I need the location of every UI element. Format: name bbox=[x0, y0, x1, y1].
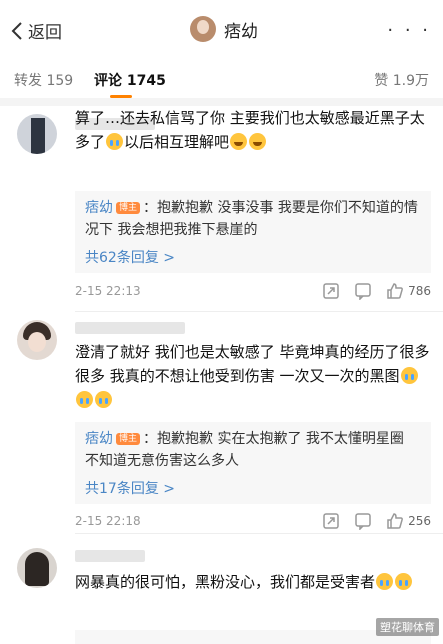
page-title[interactable]: 痞幼 bbox=[190, 16, 258, 42]
action-icons: 786 bbox=[308, 282, 431, 300]
watermark: 塑花聊体育 bbox=[376, 618, 439, 636]
action-icons: 256 bbox=[308, 512, 431, 530]
comment-text-part: 澄清了就好 我们也是太敏感了 毕竟坤真的经历了很多很多 我真的不想让他受到伤害 … bbox=[75, 343, 430, 385]
crying-emoji-icon bbox=[395, 573, 413, 590]
username-blurred[interactable] bbox=[75, 550, 145, 562]
tab-comments[interactable]: 评论 1745 bbox=[94, 70, 166, 90]
comment-icon[interactable] bbox=[354, 282, 372, 300]
back-button[interactable]: 返回 bbox=[10, 18, 62, 43]
reply-author[interactable]: 痞幼 bbox=[85, 200, 113, 216]
avatar[interactable] bbox=[17, 320, 57, 360]
share-icon[interactable] bbox=[322, 282, 340, 300]
username-blurred[interactable] bbox=[75, 322, 185, 334]
more-options-icon[interactable]: · · · bbox=[387, 20, 431, 41]
comment-text-part: 以后相互理解吧 bbox=[124, 133, 230, 151]
laughing-emoji-icon bbox=[230, 133, 248, 150]
crying-emoji-icon bbox=[106, 133, 124, 150]
comment-item: 澄清了就好 我们也是太敏感了 毕竟坤真的经历了很多很多 我真的不想让他受到伤害 … bbox=[0, 312, 443, 534]
laughing-emoji-icon bbox=[249, 133, 267, 150]
avatar bbox=[190, 16, 216, 42]
avatar[interactable] bbox=[17, 548, 57, 588]
comment-text: 算了…还去私信骂了你 主要我们也太敏感最近黑子太多了 以后相互理解吧 bbox=[75, 106, 431, 154]
reply-author[interactable]: 痞幼 bbox=[85, 431, 113, 447]
like-count: 256 bbox=[408, 514, 431, 528]
more-replies-link[interactable]: 共17条回复 > bbox=[85, 478, 421, 498]
reply-box[interactable]: 痞幼 博主 ：抱歉抱歉 实在太抱歉了 我不太懂明星圈 不知道无意伤害这么多人 共17… bbox=[75, 422, 431, 504]
chevron-left-icon bbox=[11, 21, 22, 40]
thumbs-up-icon[interactable] bbox=[386, 512, 404, 530]
crying-emoji-icon bbox=[76, 391, 93, 408]
crying-emoji-icon bbox=[400, 367, 418, 384]
thumbs-up-icon[interactable] bbox=[386, 282, 404, 300]
reply-text: 痞幼 博主 ：抱歉抱歉 没事没事 我要是你们不知道的情况下 我会想把我推下悬崖的 bbox=[85, 200, 418, 238]
like-count: 786 bbox=[408, 284, 431, 298]
timestamp: 2-15 22:13 bbox=[75, 284, 141, 298]
comment-text: 网暴真的很可怕，黑粉没心，我们都是受害者 bbox=[75, 570, 431, 594]
reply-text: 痞幼 博主 ：抱歉抱歉 实在太抱歉了 我不太懂明星圈 不知道无意伤害这么多人 bbox=[85, 431, 404, 469]
timestamp: 2-15 22:18 bbox=[75, 514, 141, 528]
tab-repost[interactable]: 转发 159 bbox=[14, 70, 73, 90]
comment-text: 澄清了就好 我们也是太敏感了 毕竟坤真的经历了很多很多 我真的不想让他受到伤害 … bbox=[75, 340, 431, 412]
section-separator bbox=[0, 98, 443, 106]
comment-meta: 2-15 22:18 256 bbox=[75, 512, 431, 532]
crying-emoji-icon bbox=[95, 391, 112, 408]
tab-likes[interactable]: 赞 1.9万 bbox=[374, 70, 429, 90]
reply-box[interactable]: 痞幼 博主 ：抱歉抱歉 没事没事 我要是你们不知道的情况下 我会想把我推下悬崖的 共… bbox=[75, 191, 431, 273]
title-text: 痞幼 bbox=[224, 21, 258, 42]
back-label: 返回 bbox=[28, 23, 62, 43]
comment-item: 算了…还去私信骂了你 主要我们也太敏感最近黑子太多了 以后相互理解吧 痞幼 博主 ：抱… bbox=[0, 106, 443, 312]
top-bar: 返回 痞幼 · · · bbox=[0, 0, 443, 62]
author-badge: 博主 bbox=[116, 433, 141, 445]
author-badge: 博主 bbox=[116, 202, 141, 214]
comment-text-part: 网暴真的很可怕，黑粉没心，我们都是受害者 bbox=[75, 573, 376, 591]
share-icon[interactable] bbox=[322, 512, 340, 530]
crying-emoji-icon bbox=[376, 573, 394, 590]
tab-bar: 转发 159 评论 1745 赞 1.9万 bbox=[0, 62, 443, 99]
comment-meta: 2-15 22:13 786 bbox=[75, 282, 431, 302]
comment-icon[interactable] bbox=[354, 512, 372, 530]
more-replies-link[interactable]: 共62条回复 > bbox=[85, 247, 421, 267]
avatar[interactable] bbox=[17, 114, 57, 154]
